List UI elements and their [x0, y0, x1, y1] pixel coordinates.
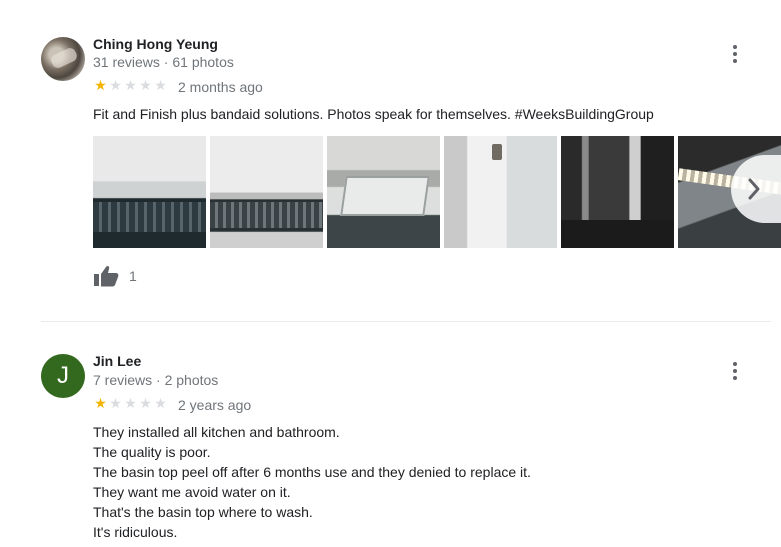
like-count: 1: [129, 268, 137, 284]
review-date: 2 months ago: [178, 79, 263, 95]
review-photo[interactable]: [561, 136, 674, 248]
star-icon: ★: [154, 395, 167, 411]
star-icon: ★: [124, 395, 137, 411]
review-text-line: They installed all kitchen and bathroom.: [93, 424, 340, 440]
star-icon: ★: [109, 395, 122, 411]
review-text-line: They want me avoid water on it.: [93, 484, 291, 500]
avatar[interactable]: J: [41, 354, 85, 398]
star-icon: ★: [124, 77, 137, 93]
star-icon: ★: [139, 395, 152, 411]
review-photos: [93, 136, 781, 248]
review-photo[interactable]: [93, 136, 206, 248]
review-photo[interactable]: [210, 136, 323, 248]
star-icon: ★: [109, 77, 122, 93]
review-photo[interactable]: [327, 136, 440, 248]
review-photo[interactable]: [444, 136, 557, 248]
avatar-letter: J: [57, 362, 69, 389]
star-icon: ★: [154, 77, 167, 93]
more-vert-icon[interactable]: [724, 43, 746, 65]
star-icon: ★: [139, 77, 152, 93]
rating-stars: ★ ★ ★ ★ ★: [93, 77, 168, 94]
chevron-right-icon: [748, 178, 760, 200]
like-button[interactable]: 1: [93, 265, 137, 287]
review-text-line: The quality is poor.: [93, 444, 211, 460]
reviewer-meta[interactable]: 31 reviews · 61 photos: [93, 54, 234, 70]
star-icon: ★: [94, 77, 107, 93]
star-icon: ★: [94, 395, 107, 411]
reviewer-name[interactable]: Ching Hong Yeung: [93, 36, 218, 52]
thumbs-up-icon: [94, 265, 119, 287]
divider: [41, 321, 771, 322]
more-vert-icon[interactable]: [724, 360, 746, 382]
review-date: 2 years ago: [178, 397, 252, 413]
review-text: Fit and Finish plus bandaid solutions. P…: [93, 106, 654, 122]
reviewer-name[interactable]: Jin Lee: [93, 353, 141, 369]
review-text-line: It's ridiculous.: [93, 524, 178, 540]
reviewer-meta[interactable]: 7 reviews · 2 photos: [93, 372, 218, 388]
review-text: They installed all kitchen and bathroom.…: [93, 422, 531, 542]
review-text-line: That's the basin top where to wash.: [93, 504, 313, 520]
rating-stars: ★ ★ ★ ★ ★: [93, 395, 168, 412]
avatar[interactable]: [41, 37, 85, 81]
review-text-line: The basin top peel off after 6 months us…: [93, 464, 531, 480]
